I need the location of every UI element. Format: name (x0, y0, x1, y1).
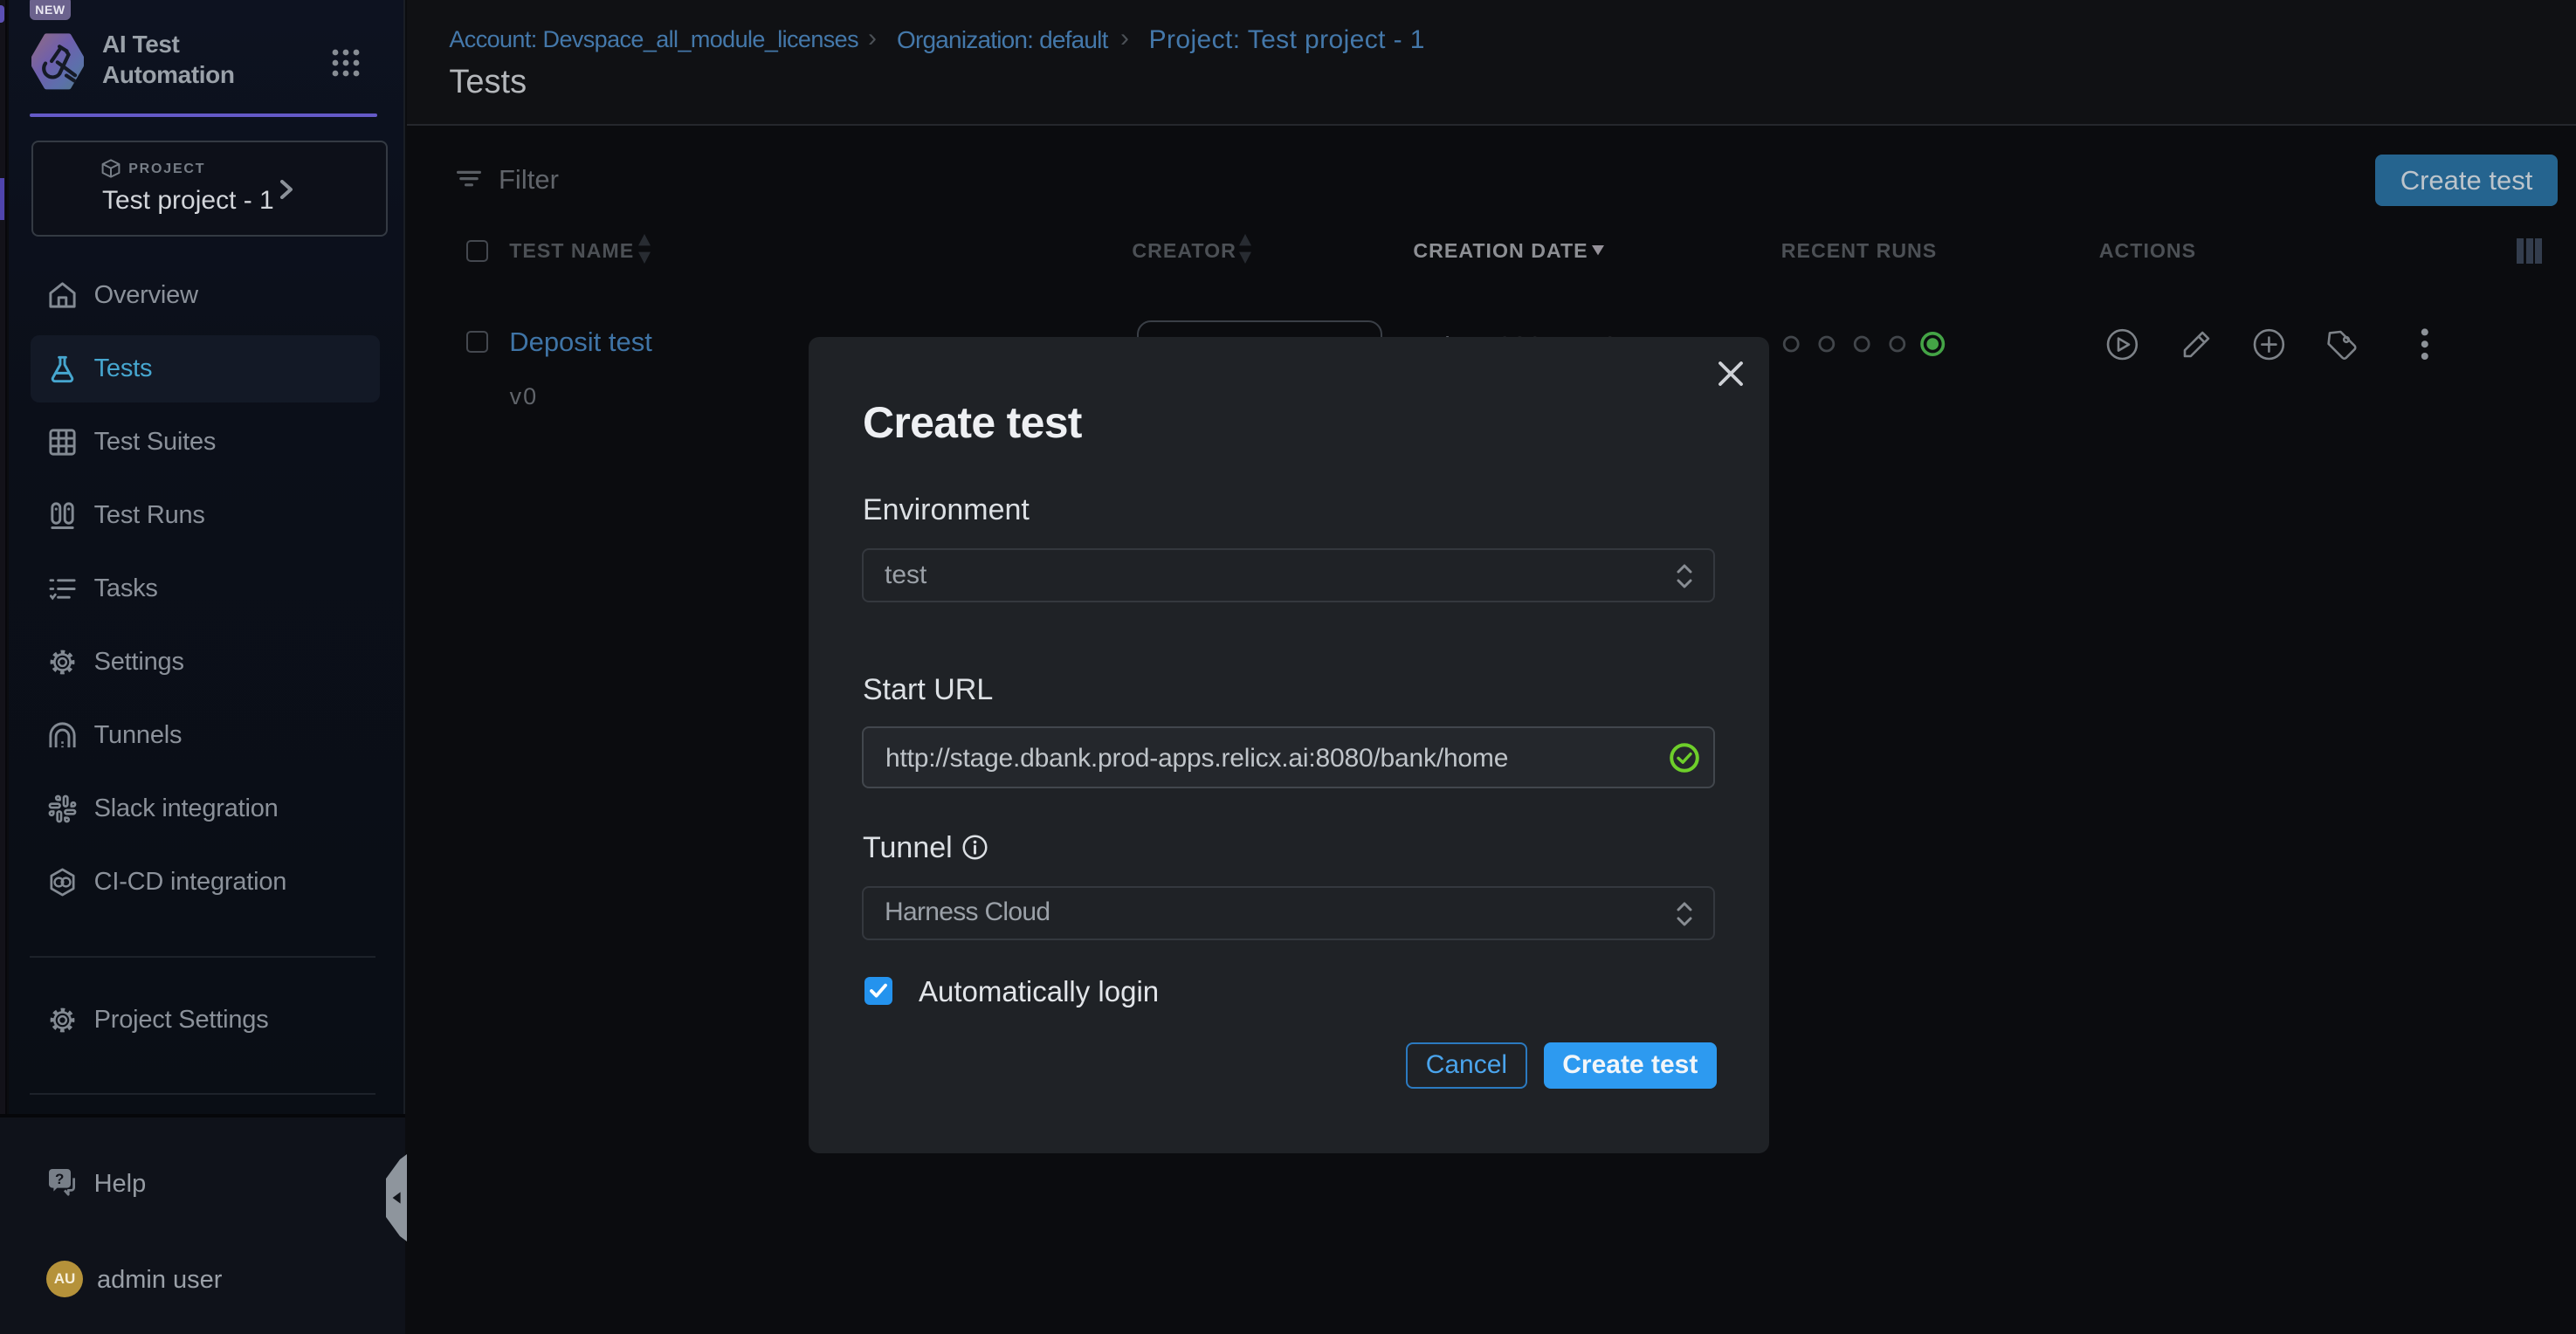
svg-text:?: ? (55, 1171, 64, 1187)
